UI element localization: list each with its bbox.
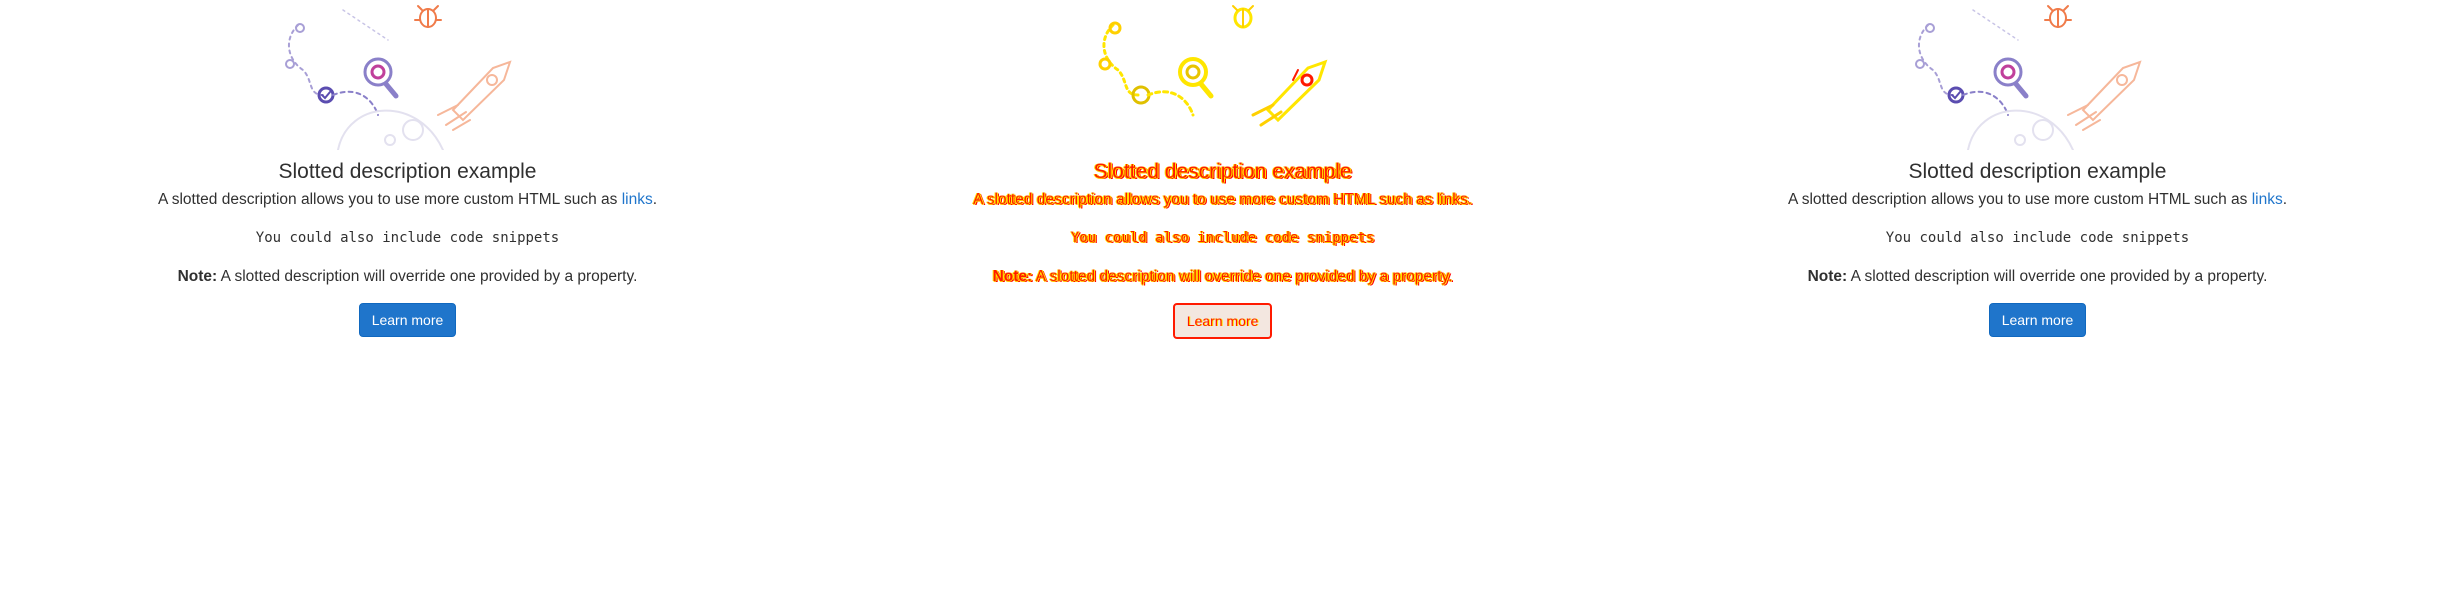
note-label: Note: <box>177 268 218 285</box>
description-link[interactable]: links <box>1437 191 1468 208</box>
diff-panel: Slotted description example A slotted de… <box>815 0 1630 600</box>
note-text: Note: A slotted description will overrid… <box>815 266 1630 287</box>
description-text: A slotted description allows you to use … <box>972 191 1437 208</box>
note-body: A slotted description will override one … <box>217 268 638 285</box>
description-suffix: . <box>1467 191 1473 208</box>
note-label: Note: <box>992 268 1033 285</box>
description-link[interactable]: links <box>622 191 653 208</box>
note-label: Note: <box>1807 268 1848 285</box>
code-snippet: You could also include code snippets <box>1070 230 1375 246</box>
note-body: A slotted description will override one … <box>1032 268 1453 285</box>
comparison-stage: Slotted description example A slotted de… <box>0 0 2445 600</box>
description-text: A slotted description allows you to use … <box>1787 191 2252 208</box>
empty-state-illustration-icon <box>1098 5 1327 127</box>
expected-panel: Slotted description example A slotted de… <box>0 0 815 600</box>
code-snippet: You could also include code snippets <box>1885 230 2190 246</box>
empty-state-description: A slotted description allows you to use … <box>815 189 1630 210</box>
description-suffix: . <box>652 191 658 208</box>
note-body: A slotted description will override one … <box>1847 268 2268 285</box>
empty-state: Slotted description example A slotted de… <box>0 0 815 337</box>
description-text: A slotted description allows you to use … <box>157 191 622 208</box>
description-link[interactable]: links <box>2252 191 2283 208</box>
empty-state-illustration-icon <box>284 5 512 150</box>
learn-more-button[interactable]: Learn more <box>1988 303 2087 337</box>
empty-state-title: Slotted description example <box>1093 160 1352 183</box>
learn-more-button[interactable]: Learn more <box>358 303 457 337</box>
empty-state-description: A slotted description allows you to use … <box>1630 189 2445 210</box>
empty-state-illustration-icon <box>1914 5 2142 150</box>
empty-state-title: Slotted description example <box>1908 160 2167 183</box>
empty-state-title: Slotted description example <box>278 160 537 183</box>
empty-state: Slotted description example A slotted de… <box>1630 0 2445 337</box>
note-text: Note: A slotted description will overrid… <box>0 266 815 287</box>
note-text: Note: A slotted description will overrid… <box>1630 266 2445 287</box>
empty-state-description: A slotted description allows you to use … <box>0 189 815 210</box>
code-snippet: You could also include code snippets <box>255 230 560 246</box>
empty-state: Slotted description example A slotted de… <box>815 0 1630 339</box>
learn-more-button[interactable]: Learn more <box>1172 303 1273 339</box>
description-suffix: . <box>2282 191 2288 208</box>
actual-panel: Slotted description example A slotted de… <box>1630 0 2445 600</box>
